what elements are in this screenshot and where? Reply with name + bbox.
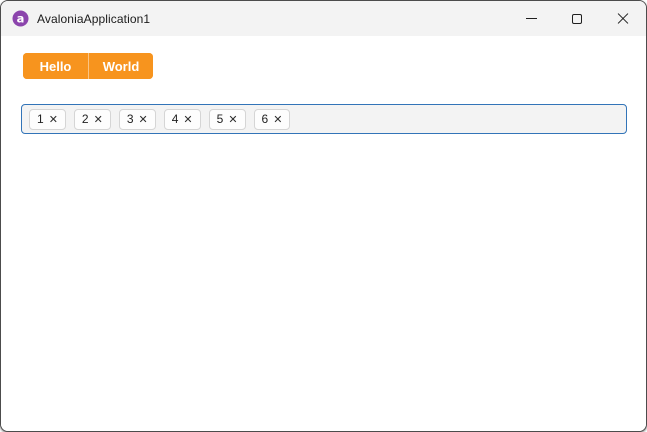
- chip-3[interactable]: 3 ✕: [118, 108, 156, 130]
- close-button[interactable]: [600, 1, 646, 36]
- close-icon[interactable]: ✕: [183, 114, 192, 125]
- window-title: AvaloniaApplication1: [37, 11, 151, 26]
- tab-strip: Hello World: [23, 53, 153, 79]
- tab-world[interactable]: World: [88, 53, 153, 79]
- maximize-icon: [572, 13, 582, 24]
- chip-label: 3: [126, 112, 134, 126]
- svg-text:a: a: [17, 12, 25, 26]
- close-icon[interactable]: ✕: [228, 114, 237, 125]
- chip-label: 6: [261, 112, 269, 126]
- tag-input-field[interactable]: 1 ✕ 2 ✕ 3 ✕ 4 ✕ 5 ✕ 6 ✕: [21, 104, 627, 134]
- minimize-button[interactable]: [508, 1, 554, 36]
- avalonia-logo-icon: a: [12, 10, 29, 27]
- close-icon[interactable]: ✕: [139, 114, 148, 125]
- app-window: a AvaloniaApplication1 Hello World 1 ✕ 2…: [0, 0, 647, 432]
- tab-hello[interactable]: Hello: [23, 53, 88, 79]
- chip-1[interactable]: 1 ✕: [29, 108, 66, 130]
- window-content: Hello World 1 ✕ 2 ✕ 3 ✕ 4 ✕ 5 ✕ 6 ✕: [1, 36, 646, 431]
- chip-label: 4: [171, 112, 179, 126]
- minimize-icon: [525, 18, 537, 19]
- close-icon[interactable]: ✕: [273, 114, 282, 125]
- chip-label: 5: [216, 112, 224, 126]
- title-bar[interactable]: a AvaloniaApplication1: [1, 1, 646, 36]
- maximize-button[interactable]: [554, 1, 600, 36]
- chip-6[interactable]: 6 ✕: [253, 108, 291, 130]
- close-icon[interactable]: ✕: [49, 114, 58, 125]
- chip-5[interactable]: 5 ✕: [208, 108, 246, 130]
- close-icon: [617, 13, 629, 25]
- chip-4[interactable]: 4 ✕: [163, 108, 201, 130]
- close-icon[interactable]: ✕: [94, 114, 103, 125]
- chip-label: 1: [37, 112, 44, 126]
- chip-label: 2: [81, 112, 89, 126]
- chip-2[interactable]: 2 ✕: [73, 108, 111, 130]
